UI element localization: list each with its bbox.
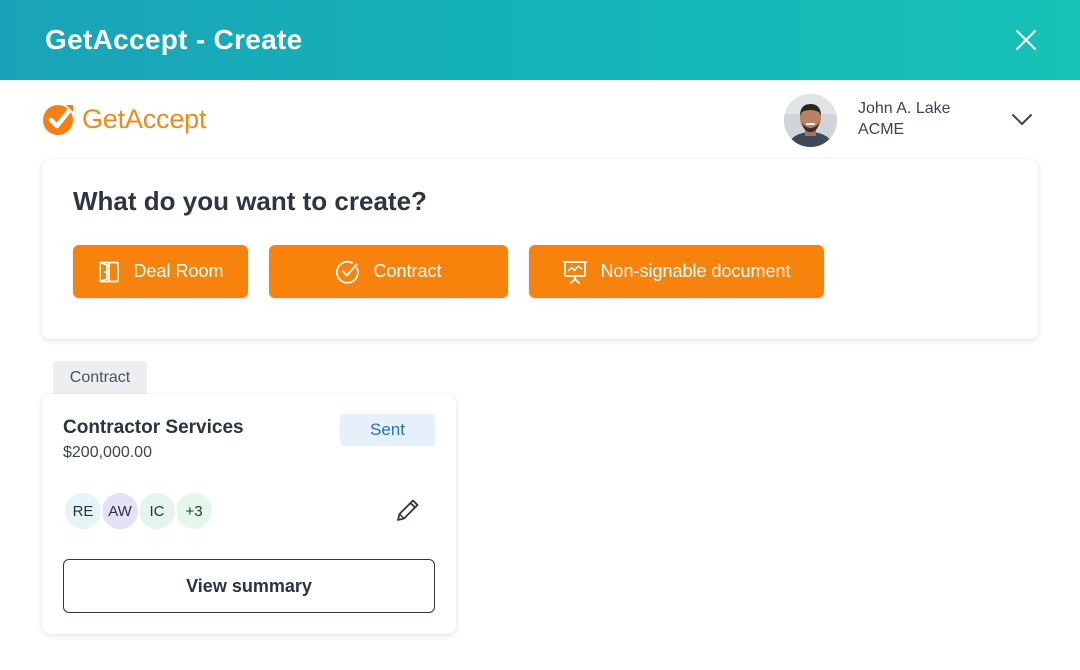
check-circle-icon	[336, 260, 360, 284]
recipient-avatar-ic[interactable]: IC	[137, 491, 177, 531]
document-amount: $200,000.00	[63, 444, 152, 461]
document-type-tag: Contract	[53, 361, 147, 394]
create-heading: What do you want to create?	[73, 186, 427, 216]
document-card[interactable]: Contractor Services $200,000.00 Sent +3 …	[42, 394, 456, 634]
contract-label: Contract	[373, 261, 442, 281]
recipient-more-count[interactable]: +3	[174, 491, 214, 531]
pencil-icon	[397, 499, 419, 521]
non-signable-document-label: Non-signable document	[600, 261, 791, 281]
user-menu-toggle[interactable]	[1010, 110, 1034, 130]
recipient-avatar-re[interactable]: RE	[63, 491, 103, 531]
presentation-icon	[563, 260, 588, 284]
window-title: GetAccept - Create	[45, 24, 303, 55]
door-icon	[99, 261, 120, 282]
logo-text: GetAccept	[82, 103, 207, 134]
app-header: GetAccept John A. Lake ACME	[0, 80, 1080, 160]
logo-check-icon	[43, 104, 75, 135]
avatar-photo-icon	[784, 94, 837, 147]
status-badge: Sent	[340, 414, 435, 446]
close-icon	[1015, 29, 1037, 51]
create-panel: What do you want to create? Deal Room Co…	[42, 159, 1038, 339]
chevron-down-icon	[1012, 114, 1032, 125]
close-button[interactable]	[1012, 26, 1040, 54]
user-avatar[interactable]	[784, 94, 837, 147]
recipient-avatar-aw[interactable]: AW	[100, 491, 140, 531]
getaccept-logo: GetAccept	[42, 102, 206, 136]
window-titlebar: GetAccept - Create	[0, 0, 1080, 80]
user-org: ACME	[858, 121, 905, 138]
deal-room-label: Deal Room	[133, 261, 224, 281]
document-title: Contractor Services	[63, 417, 244, 438]
contract-button[interactable]: Contract	[269, 245, 508, 298]
user-name: John A. Lake	[858, 100, 951, 117]
deal-room-button[interactable]: Deal Room	[73, 245, 248, 298]
non-signable-document-button[interactable]: Non-signable document	[529, 245, 824, 298]
edit-button[interactable]	[393, 495, 423, 525]
view-summary-button[interactable]: View summary	[63, 559, 435, 613]
